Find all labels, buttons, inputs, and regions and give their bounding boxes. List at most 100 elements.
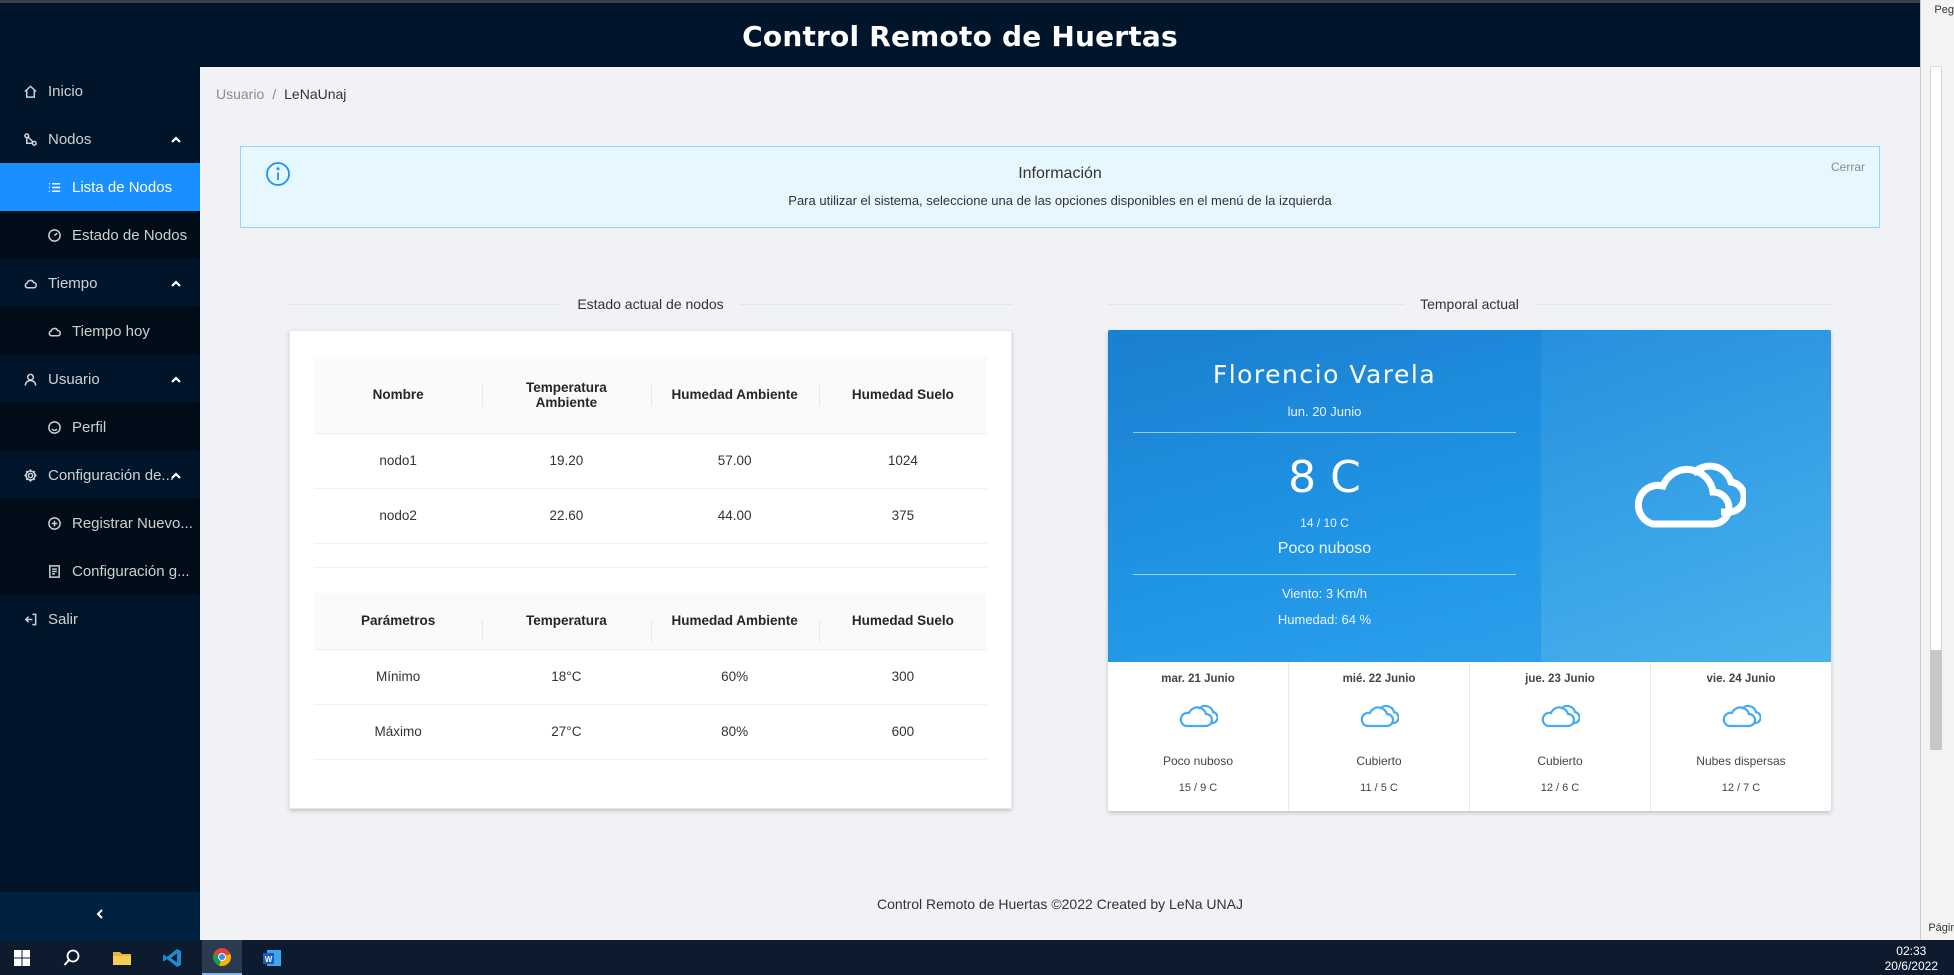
clouds-icon bbox=[1540, 702, 1581, 730]
svg-text:W: W bbox=[265, 955, 273, 964]
sidebar-item-tiempo-hoy[interactable]: Tiempo hoy bbox=[0, 307, 200, 355]
table-cell: 300 bbox=[818, 649, 987, 705]
weather-section-divider: Temporal actual bbox=[1108, 294, 1831, 314]
params-table: Parámetros Temperatura Humedad Ambiente … bbox=[314, 593, 987, 760]
forecast-temps: 15 / 9 C bbox=[1178, 782, 1218, 794]
table-header-row: Nombre Temperatura Ambiente Humedad Ambi… bbox=[314, 357, 987, 434]
sidebar-item-label: Lista de Nodos bbox=[72, 178, 173, 196]
sidebar-collapse-button[interactable] bbox=[0, 892, 200, 940]
sidebar-item-lista-nodos[interactable]: Lista de Nodos bbox=[0, 163, 200, 211]
word-icon[interactable]: W bbox=[252, 940, 292, 975]
sidebar-item-tiempo[interactable]: Tiempo bbox=[0, 259, 200, 307]
sidebar-item-label: Tiempo bbox=[48, 274, 98, 292]
table-cell: 600 bbox=[818, 704, 987, 760]
smile-icon bbox=[46, 419, 62, 435]
table-cell: 44.00 bbox=[650, 488, 819, 544]
chevron-up-icon bbox=[170, 133, 182, 145]
column-header: Humedad Ambiente bbox=[650, 593, 819, 650]
table-cell: 27°C bbox=[482, 704, 651, 760]
sidebar-item-label: Configuración de... bbox=[48, 466, 174, 484]
forecast-day: mié. 22 Junio Cubierto 11 / 5 C bbox=[1289, 662, 1470, 811]
cloud-icon bbox=[46, 323, 62, 339]
table-row: Mínimo 18°C 60% 300 bbox=[314, 649, 987, 705]
weather-wind: Viento: 3 Km/h bbox=[1281, 586, 1368, 601]
forecast-day: mar. 21 Junio Poco nuboso 15 / 9 C bbox=[1108, 662, 1289, 811]
sidebar-item-configuracion[interactable]: Configuración de... bbox=[0, 451, 200, 499]
nodes-icon bbox=[22, 131, 38, 147]
chevron-up-icon bbox=[170, 469, 182, 481]
breadcrumb-item-usuario[interactable]: Usuario bbox=[216, 86, 264, 102]
table-cell: nodo2 bbox=[314, 488, 483, 544]
table-cell: 18°C bbox=[482, 649, 651, 705]
page-footer: Control Remoto de Huertas ©2022 Created … bbox=[877, 896, 1243, 912]
vscode-icon[interactable] bbox=[152, 940, 192, 975]
sidebar-item-perfil[interactable]: Perfil bbox=[0, 403, 200, 451]
alert-description: Para utilizar el sistema, seleccione una… bbox=[788, 193, 1332, 208]
file-explorer-icon[interactable] bbox=[102, 940, 142, 975]
forecast-temps: 11 / 5 C bbox=[1360, 782, 1398, 794]
table-cell: 80% bbox=[650, 704, 819, 760]
clouds-icon bbox=[1178, 702, 1219, 730]
sidebar-item-salir[interactable]: Salir bbox=[0, 595, 200, 643]
clouds-icon bbox=[1721, 702, 1762, 730]
sidebar-item-label: Estado de Nodos bbox=[72, 226, 188, 244]
weather-temperature: 8 C bbox=[1288, 452, 1361, 503]
chrome-icon[interactable] bbox=[202, 940, 242, 975]
column-header: Parámetros bbox=[314, 593, 483, 650]
weather-city: Florencio Varela bbox=[1212, 360, 1437, 389]
sidebar-item-label: Registrar Nuevo... bbox=[72, 514, 193, 532]
app-title: Control Remoto de Huertas bbox=[742, 20, 1178, 53]
forecast-description: Cubierto bbox=[1537, 754, 1583, 768]
table-cell: 1024 bbox=[818, 433, 987, 489]
sidebar-item-estado-nodos[interactable]: Estado de Nodos bbox=[0, 211, 200, 259]
column-header: Nombre bbox=[314, 357, 483, 434]
alert-close-button[interactable]: Cerrar bbox=[1831, 160, 1865, 174]
sidebar-item-label: Usuario bbox=[48, 370, 100, 388]
forecast-date: vie. 24 Junio bbox=[1706, 673, 1776, 685]
chevron-up-icon bbox=[170, 277, 182, 289]
cloud-icon bbox=[22, 275, 38, 291]
sidebar-item-label: Configuración g... bbox=[72, 562, 190, 580]
status-table: Nombre Temperatura Ambiente Humedad Ambi… bbox=[314, 357, 987, 544]
home-icon bbox=[22, 83, 38, 99]
taskbar-clock[interactable]: 02:33 20/6/2022 bbox=[1885, 944, 1938, 974]
sidebar-item-inicio[interactable]: Inicio bbox=[0, 67, 200, 115]
forecast-description: Cubierto bbox=[1356, 754, 1402, 768]
breadcrumb-item-current: LeNaUnaj bbox=[284, 86, 347, 102]
weather-date: lun. 20 Junio bbox=[1287, 404, 1362, 419]
nodes-section-divider: Estado actual de nodos bbox=[289, 294, 1012, 314]
forecast-description: Poco nuboso bbox=[1162, 754, 1234, 768]
sidebar-item-nodos[interactable]: Nodos bbox=[0, 115, 200, 163]
clock-time: 02:33 bbox=[1896, 944, 1927, 958]
clouds-icon bbox=[1631, 452, 1748, 532]
weather-forecast: mar. 21 Junio Poco nuboso 15 / 9 C mié. … bbox=[1108, 662, 1831, 811]
breadcrumb-separator: / bbox=[272, 86, 277, 102]
forecast-day: jue. 23 Junio Cubierto 12 / 6 C bbox=[1470, 662, 1651, 811]
word-paste-label[interactable]: Peg bbox=[1934, 4, 1954, 16]
table-cell: 60% bbox=[650, 649, 819, 705]
table-row: Máximo 27°C 80% 600 bbox=[314, 704, 987, 760]
table-cell: Máximo bbox=[314, 704, 483, 760]
windows-start-icon[interactable] bbox=[2, 940, 42, 975]
forecast-description: Nubes dispersas bbox=[1696, 754, 1786, 768]
column-header: Humedad Suelo bbox=[818, 357, 987, 434]
column-header: Humedad Ambiente bbox=[650, 357, 819, 434]
gear-icon bbox=[22, 467, 38, 483]
table-cell: nodo1 bbox=[314, 433, 483, 489]
list-icon bbox=[46, 179, 62, 195]
forecast-date: mar. 21 Junio bbox=[1161, 673, 1235, 685]
plus-circle-icon bbox=[46, 515, 62, 531]
table-cell: 375 bbox=[818, 488, 987, 544]
weather-divider bbox=[1133, 574, 1516, 575]
dashboard-icon bbox=[46, 227, 62, 243]
logout-icon bbox=[22, 611, 38, 627]
sidebar-item-configuracion-general[interactable]: Configuración g... bbox=[0, 547, 200, 595]
sidebar-item-registrar-nuevo[interactable]: Registrar Nuevo... bbox=[0, 499, 200, 547]
info-alert: Información Para utilizar el sistema, se… bbox=[240, 146, 1880, 228]
nodes-section-title: Estado actual de nodos bbox=[577, 296, 724, 312]
config-icon bbox=[46, 563, 62, 579]
search-icon[interactable] bbox=[52, 940, 92, 975]
ruler-track bbox=[1930, 66, 1942, 750]
sidebar-item-usuario[interactable]: Usuario bbox=[0, 355, 200, 403]
weather-description: Poco nuboso bbox=[1277, 540, 1372, 557]
